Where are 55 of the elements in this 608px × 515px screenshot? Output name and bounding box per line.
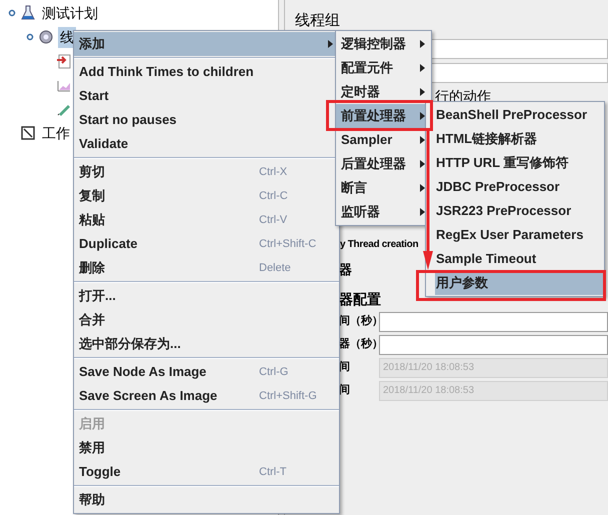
menu-item[interactable]: Save Node As Image Ctrl-G — [74, 360, 339, 384]
section-label: 器 — [339, 260, 352, 278]
document-icon[interactable] — [56, 53, 72, 69]
menu-item[interactable]: Save Screen As Image Ctrl+Shift-G — [74, 384, 339, 408]
menu-item[interactable]: 打开... — [74, 284, 339, 308]
menu-item[interactable]: 复制 Ctrl-C — [74, 184, 339, 208]
expand-handle-icon[interactable] — [8, 9, 16, 17]
input-field[interactable] — [379, 312, 608, 332]
shortcut-label: Ctrl+Shift-C — [259, 236, 318, 252]
menu-item[interactable]: 用户参数 — [435, 271, 604, 295]
tree-item[interactable]: 测试计划 — [40, 2, 100, 24]
menu-item[interactable]: Sample Timeout — [435, 247, 604, 271]
menu-item[interactable]: Duplicate Ctrl+Shift-C — [74, 232, 339, 256]
gear-icon[interactable] — [38, 29, 54, 45]
shortcut-label: Ctrl-C — [259, 188, 289, 204]
beaker-icon[interactable] — [20, 5, 36, 21]
shortcut-label: Delete — [259, 260, 292, 276]
menu-item[interactable]: 监听器 — [336, 200, 431, 224]
menu-item[interactable]: 选中部分保存为... — [74, 332, 339, 356]
field-label: 器（秒） — [339, 336, 377, 352]
menu-item[interactable]: RegEx User Parameters — [435, 223, 604, 247]
menu-item[interactable]: 逻辑控制器 — [336, 32, 431, 56]
panel-title: 线程组 — [295, 11, 340, 31]
workbench-icon[interactable] — [20, 125, 36, 141]
menu-item[interactable]: 删除 Delete — [74, 256, 339, 280]
section-title: 器配置 — [339, 290, 381, 309]
menu-item[interactable]: Sampler — [336, 128, 431, 152]
menu-item[interactable]: HTTP URL 重写修饰符 — [435, 151, 604, 175]
menu-item[interactable]: 禁用 — [74, 436, 339, 460]
menu-item[interactable]: 定时器 — [336, 80, 431, 104]
shortcut-label: Ctrl-X — [259, 164, 288, 180]
shortcut-label: Ctrl-V — [259, 212, 288, 228]
option-label: y Thread creation — [340, 238, 418, 252]
menu-item[interactable]: 帮助 — [74, 488, 339, 512]
shortcut-label: Ctrl+Shift-G — [259, 388, 318, 404]
input-field[interactable] — [379, 334, 608, 354]
shortcut-label: Ctrl-G — [259, 364, 290, 380]
menu-item[interactable]: HTML链接解析器 — [435, 127, 604, 151]
menu-item[interactable]: 剪切 Ctrl-X — [74, 160, 339, 184]
tree-item[interactable]: 工作 — [40, 122, 72, 144]
menu-item[interactable]: 合并 — [74, 308, 339, 332]
menu-item[interactable]: 后置处理器 — [336, 152, 431, 176]
menu-item[interactable]: 断言 — [336, 176, 431, 200]
menu-item[interactable]: Toggle Ctrl-T — [74, 460, 339, 484]
menu-item[interactable]: 配置元件 — [336, 56, 431, 80]
menu-item[interactable]: JDBC PreProcessor — [435, 175, 604, 199]
menu-item[interactable]: Validate — [74, 132, 339, 156]
menu-item[interactable]: Add Think Times to children — [74, 60, 339, 84]
menu-item[interactable]: Start no pauses — [74, 108, 339, 132]
shortcut-label: Ctrl-T — [259, 464, 288, 480]
menu-item[interactable]: JSR223 PreProcessor — [435, 199, 604, 223]
expand-handle-icon[interactable] — [26, 33, 34, 41]
menu-item[interactable]: BeanShell PreProcessor — [435, 103, 604, 127]
menu-item[interactable]: 粘贴 Ctrl-V — [74, 208, 339, 232]
menu-item[interactable]: Start — [74, 84, 339, 108]
